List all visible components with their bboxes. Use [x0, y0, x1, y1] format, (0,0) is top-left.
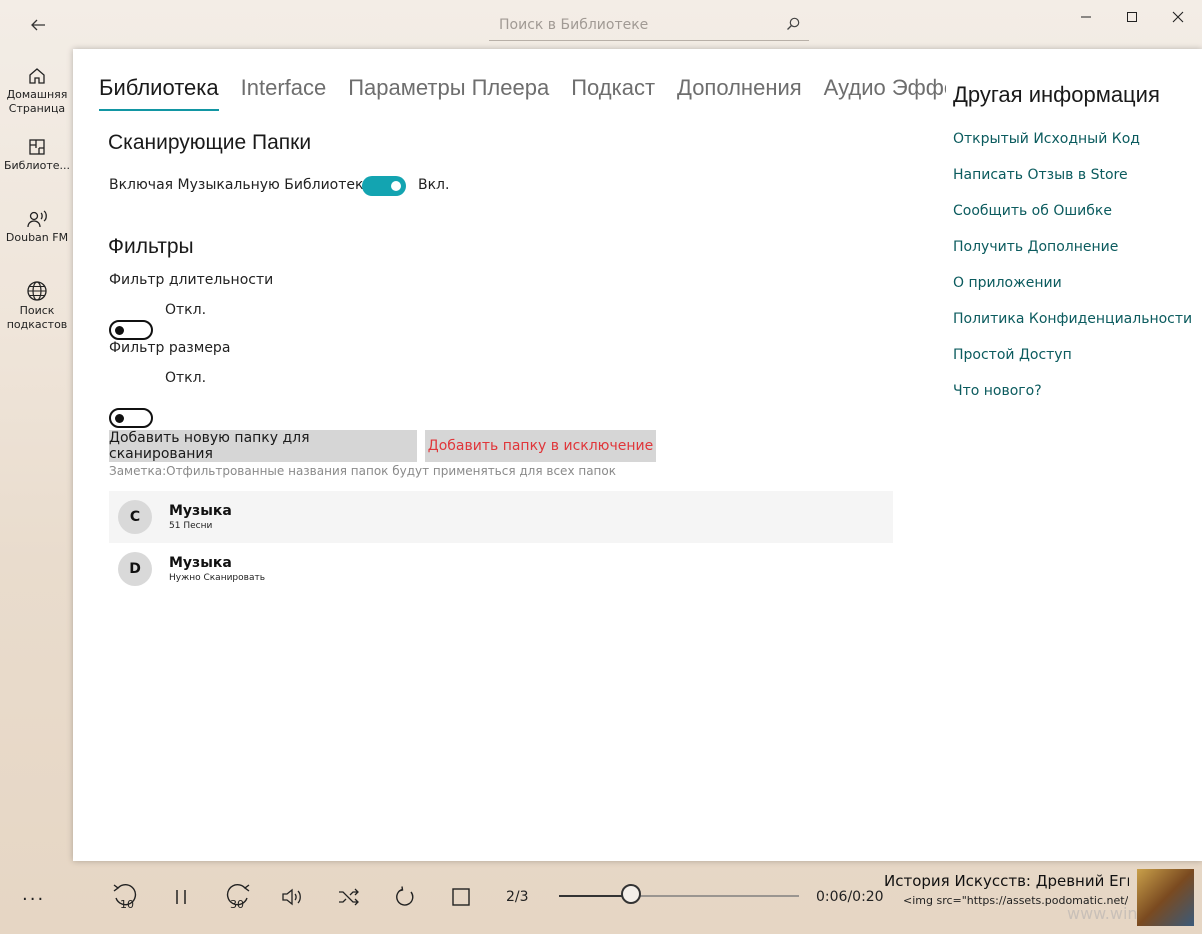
progress-thumb[interactable] — [621, 884, 641, 904]
other-info-column: Другая информация Открытый Исходный Код … — [946, 49, 1202, 861]
folder-name: Музыка — [169, 503, 232, 519]
minimize-button[interactable] — [1063, 0, 1109, 34]
forward-icon: 30 — [226, 884, 250, 911]
globe-icon — [27, 281, 47, 301]
tab-player-settings[interactable]: Параметры Плеера — [348, 75, 549, 109]
sidebar-item-library[interactable]: Библиоте... — [0, 137, 74, 173]
size-filter-label: Фильтр размера — [109, 340, 231, 356]
tab-podcast[interactable]: Подкаст — [571, 75, 655, 109]
sidebar-item-podcast-search[interactable]: Поиск подкастов — [0, 280, 74, 332]
forward-seconds-label: 30 — [230, 898, 244, 911]
search-input[interactable] — [489, 16, 781, 34]
minimize-icon — [1081, 16, 1091, 18]
search-box[interactable] — [489, 10, 809, 41]
rewind-seconds-label: 10 — [120, 898, 134, 911]
maximize-button[interactable] — [1109, 0, 1155, 34]
link-whats-new[interactable]: Что нового? — [953, 383, 1042, 399]
back-button[interactable] — [20, 10, 56, 40]
stop-button[interactable] — [446, 882, 476, 912]
duration-filter-toggle[interactable] — [109, 320, 153, 340]
settings-panel: Библиотека Interface Параметры Плеера Подка… — [73, 49, 1202, 861]
stop-icon — [452, 888, 470, 906]
shuffle-icon — [339, 888, 359, 906]
link-report-bug[interactable]: Сообщить об Ошибке — [953, 203, 1112, 219]
back-arrow-icon — [31, 19, 45, 31]
volume-icon — [282, 888, 301, 906]
maximize-icon — [1127, 12, 1137, 22]
sidebar-item-label: Douban FM — [5, 231, 69, 244]
filter-note: Заметка:Отфильтрованные названия папок б… — [109, 464, 616, 478]
duration-filter-state: Откл. — [165, 302, 207, 318]
tab-addons[interactable]: Дополнения — [677, 75, 802, 109]
shuffle-button[interactable] — [334, 882, 364, 912]
library-icon — [29, 139, 45, 155]
repeat-button[interactable] — [390, 882, 420, 912]
home-icon — [29, 68, 45, 84]
drive-avatar: C — [118, 500, 152, 534]
link-privacy-policy[interactable]: Политика Конфиденциальности — [953, 311, 1192, 327]
drive-avatar: D — [118, 552, 152, 586]
watermark: www.win — [1067, 904, 1138, 923]
include-library-toggle[interactable] — [362, 176, 406, 196]
size-filter-toggle[interactable] — [109, 408, 153, 428]
tab-audio-effects[interactable]: Аудио Эффекты — [824, 75, 949, 109]
size-filter-state: Откл. — [165, 370, 207, 386]
radio-icon — [27, 210, 47, 228]
scan-folders-title: Сканирующие Папки — [108, 131, 312, 154]
duration-filter-label: Фильтр длительности — [109, 272, 274, 288]
volume-button[interactable] — [278, 882, 308, 912]
link-store-review[interactable]: Написать Отзыв в Store — [953, 167, 1128, 183]
add-scan-folder-button[interactable]: Добавить новую папку для сканирования — [109, 430, 417, 462]
rewind-icon: 10 — [113, 884, 137, 911]
link-open-source[interactable]: Открытый Исходный Код — [953, 131, 1140, 147]
include-library-state: Вкл. — [418, 177, 450, 193]
track-title[interactable]: История Искусств: Древний Египет — [884, 872, 1129, 890]
folder-row[interactable]: C Музыка 51 Песни — [109, 491, 893, 543]
sidebar-item-label: Библиоте... — [3, 159, 71, 172]
other-info-title: Другая информация — [953, 82, 1160, 107]
more-button[interactable]: ... — [22, 884, 45, 905]
folder-status: Нужно Сканировать — [169, 573, 266, 583]
close-icon — [1172, 11, 1184, 23]
tab-library[interactable]: Библиотека — [99, 75, 219, 111]
playback-time: 0:06/0:20 — [816, 889, 884, 905]
sidebar-item-label: Поиск подкастов — [6, 304, 68, 331]
close-button[interactable] — [1155, 0, 1201, 34]
sidebar-item-label: Домашняя Страница — [6, 88, 68, 115]
link-about[interactable]: О приложении — [953, 275, 1062, 291]
forward-30-button[interactable]: 30 — [222, 882, 252, 912]
pause-icon — [176, 890, 186, 904]
sidebar-item-home[interactable]: Домашняя Страница — [0, 66, 74, 116]
folder-row[interactable]: D Музыка Нужно Сканировать — [109, 543, 893, 595]
sidebar-item-douban[interactable]: Douban FM — [0, 209, 74, 245]
link-get-addon[interactable]: Получить Дополнение — [953, 239, 1118, 255]
settings-tabs: Библиотека Interface Параметры Плеера Подка… — [99, 75, 949, 115]
rewind-10-button[interactable]: 10 — [111, 882, 141, 912]
search-icon[interactable] — [785, 16, 801, 36]
progress-slider[interactable] — [559, 884, 799, 904]
folder-status: 51 Песни — [169, 521, 213, 531]
add-exclusion-folder-button[interactable]: Добавить папку в исключение — [425, 430, 656, 462]
folder-name: Музыка — [169, 555, 232, 571]
filters-title: Фильтры — [108, 235, 194, 258]
queue-position: 2/3 — [506, 889, 529, 905]
include-library-label: Включая Музыкальную Библиотеку — [109, 177, 372, 193]
link-easy-access[interactable]: Простой Доступ — [953, 347, 1072, 363]
repeat-icon — [396, 886, 414, 906]
pause-button[interactable] — [166, 882, 196, 912]
tab-interface[interactable]: Interface — [241, 75, 327, 109]
album-cover[interactable] — [1137, 869, 1194, 926]
